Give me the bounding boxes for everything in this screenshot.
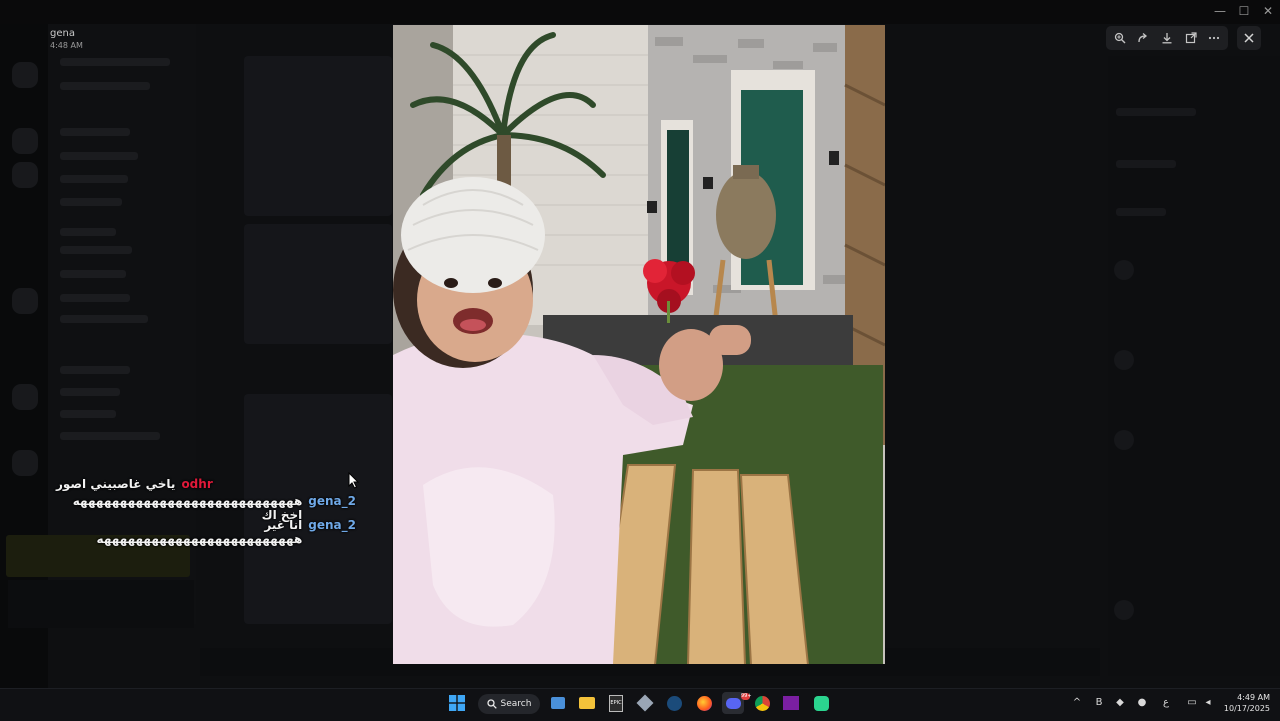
channel-item[interactable] xyxy=(60,388,120,396)
taskbar-app-chrome[interactable] xyxy=(751,692,773,714)
member-list xyxy=(1108,56,1280,676)
taskbar-clock[interactable]: 4:49 AM 10/17/2025 xyxy=(1220,692,1270,714)
chevron-up-icon[interactable]: ^ xyxy=(1071,697,1083,709)
chat-overlay: ياخي غاصبيني اصور odhr ههههههههههههههههه… xyxy=(56,472,356,546)
tray-app-icon[interactable]: ◆ xyxy=(1114,697,1126,709)
chrome-icon xyxy=(754,695,770,711)
channel-item[interactable] xyxy=(60,198,122,206)
member-item[interactable] xyxy=(1116,160,1176,168)
network-icon[interactable]: ▭ xyxy=(1186,697,1198,709)
taskbar-app-firefox[interactable] xyxy=(693,692,715,714)
server-icon[interactable] xyxy=(12,162,38,188)
uploader-name: gena xyxy=(50,28,75,39)
close-icon xyxy=(1244,33,1254,43)
zoom-in-icon[interactable] xyxy=(1111,29,1129,47)
member-avatar[interactable] xyxy=(1114,350,1134,370)
download-icon[interactable] xyxy=(1158,29,1176,47)
chat-message: انا غير هههههههههههههههههههههههههه gena_… xyxy=(56,518,356,546)
member-avatar[interactable] xyxy=(1114,260,1134,280)
windows-icon xyxy=(449,695,465,711)
taskbar-search[interactable]: Search xyxy=(478,694,540,714)
store-icon xyxy=(551,697,565,709)
open-external-icon[interactable] xyxy=(1182,29,1200,47)
notification-badge: 99+ xyxy=(741,693,752,700)
channel-item[interactable] xyxy=(60,175,128,183)
media-image[interactable] xyxy=(393,25,885,664)
chat-message-text: ياخي غاصبيني اصور xyxy=(56,477,176,491)
forward-icon[interactable] xyxy=(1134,29,1152,47)
channel-item[interactable] xyxy=(60,315,148,323)
app-titlebar xyxy=(0,0,1280,24)
epic-games-icon: EPIC xyxy=(609,694,623,712)
server-icon[interactable] xyxy=(12,128,38,154)
chat-message: ههههههههههههههههههههههههههههه اخخ اك gen… xyxy=(56,494,356,522)
taskbar-app-steam[interactable] xyxy=(663,692,685,714)
member-item[interactable] xyxy=(1116,208,1166,216)
channel-item[interactable] xyxy=(60,432,160,440)
channel-item[interactable] xyxy=(60,270,126,278)
channel-item[interactable] xyxy=(60,366,130,374)
cube-icon xyxy=(636,694,654,712)
input-language[interactable]: ع xyxy=(1160,697,1172,709)
minimize-icon[interactable]: — xyxy=(1210,4,1230,18)
taskbar-app-cube[interactable] xyxy=(634,692,656,714)
video-tile[interactable] xyxy=(244,224,392,344)
clock-date: 10/17/2025 xyxy=(1223,704,1270,713)
search-label: Search xyxy=(500,699,532,709)
video-tile[interactable] xyxy=(244,56,392,216)
chat-message-text: انا غير هههههههههههههههههههههههههه xyxy=(96,518,303,546)
steam-icon xyxy=(666,695,682,711)
next-icon xyxy=(783,696,799,710)
firefox-icon xyxy=(696,695,712,711)
server-icon[interactable] xyxy=(12,450,38,476)
start-button[interactable] xyxy=(446,692,468,714)
chat-username: odhr xyxy=(181,477,213,491)
channel-item[interactable] xyxy=(60,82,150,90)
folder-icon xyxy=(579,697,595,709)
microphone-icon[interactable]: ● xyxy=(1136,697,1148,709)
server-icon[interactable] xyxy=(12,288,38,314)
close-viewer-button[interactable] xyxy=(1237,26,1261,50)
member-avatar[interactable] xyxy=(1114,600,1134,620)
window-close-icon[interactable]: ✕ xyxy=(1258,4,1278,18)
channel-item[interactable] xyxy=(60,152,138,160)
taskbar-app-next[interactable] xyxy=(780,692,802,714)
taskbar-app-epic[interactable]: EPIC xyxy=(605,692,627,714)
volume-icon[interactable]: ◂ xyxy=(1202,697,1214,709)
maximize-icon[interactable]: ☐ xyxy=(1234,4,1254,18)
search-icon xyxy=(486,699,497,709)
chat-message: ياخي غاصبيني اصور odhr xyxy=(56,472,356,496)
app-icon xyxy=(813,695,829,711)
clock-time: 4:49 AM xyxy=(1237,693,1270,702)
member-avatar[interactable] xyxy=(1114,430,1134,450)
channel-item[interactable] xyxy=(60,228,116,236)
user-panel xyxy=(8,580,194,628)
mouse-cursor-icon xyxy=(348,472,360,489)
chat-username: gena_2 xyxy=(308,518,356,532)
uploader-info: gena 4:48 AM xyxy=(50,28,83,50)
taskbar-app-green[interactable] xyxy=(810,692,832,714)
discord-icon xyxy=(725,697,741,709)
taskbar-app-explorer[interactable] xyxy=(576,692,598,714)
channel-item[interactable] xyxy=(60,410,116,418)
server-icon[interactable] xyxy=(12,62,38,88)
channel-item[interactable] xyxy=(60,128,130,136)
upload-time: 4:48 AM xyxy=(50,41,83,50)
channel-item[interactable] xyxy=(60,58,170,66)
more-icon[interactable] xyxy=(1205,29,1223,47)
tray-app-icon[interactable]: B xyxy=(1093,697,1105,709)
taskbar-app-store[interactable] xyxy=(547,692,569,714)
media-toolbar xyxy=(1106,26,1228,50)
server-icon[interactable] xyxy=(12,384,38,410)
member-item[interactable] xyxy=(1116,108,1196,116)
channel-item[interactable] xyxy=(60,294,130,302)
channel-item[interactable] xyxy=(60,246,132,254)
